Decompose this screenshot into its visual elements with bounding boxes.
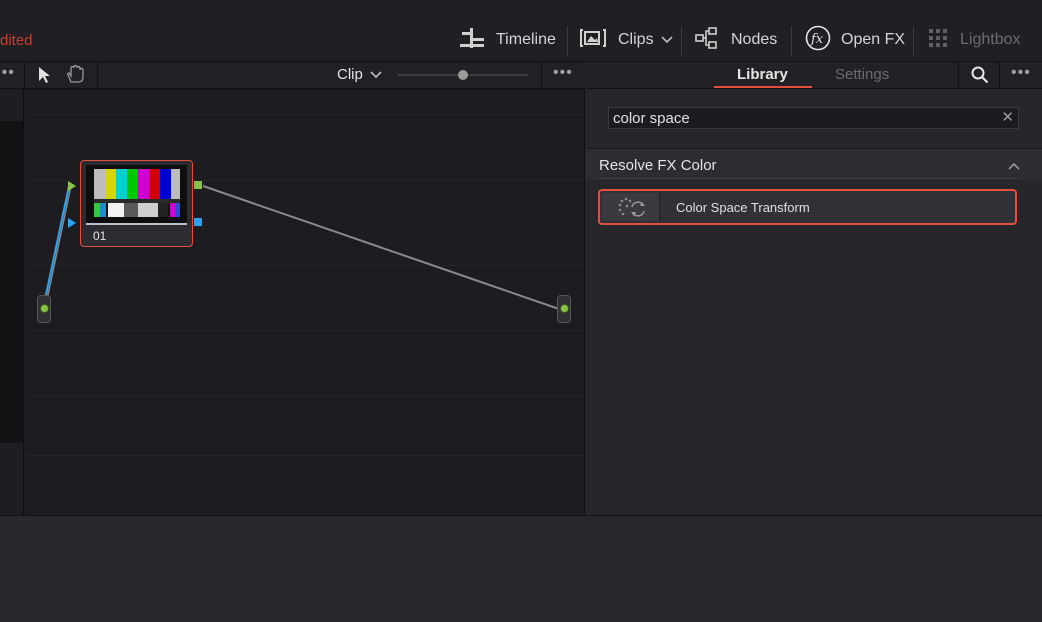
timeline-label: Timeline	[496, 31, 556, 48]
category-divider	[598, 178, 1018, 179]
mode-label: Clip	[337, 66, 363, 83]
edited-status: dited	[0, 32, 33, 49]
timeline-icon	[460, 27, 486, 54]
clips-icon	[578, 28, 608, 53]
node-canvas[interactable]	[25, 90, 584, 515]
grid-line	[25, 455, 584, 456]
nodes-button[interactable]: Nodes	[695, 24, 777, 56]
zoom-slider[interactable]	[398, 70, 528, 80]
node-editor-header: ••• Clip •••	[0, 62, 585, 89]
node-01[interactable]: 01	[80, 160, 193, 247]
port-dot	[40, 304, 49, 313]
nodes-label: Nodes	[731, 31, 778, 48]
tab-settings[interactable]: Settings	[835, 66, 889, 83]
port-dot	[560, 304, 569, 313]
hand-icon[interactable]	[66, 64, 84, 89]
app-window: dited Timeline Clips Nodes fx Open FX Li…	[0, 0, 1042, 622]
svg-text:fx: fx	[810, 32, 824, 47]
openfx-library-panel: Library Settings ••• color space ✕ Resol…	[586, 62, 1042, 515]
grid-line	[25, 265, 584, 266]
active-tab-indicator	[714, 86, 812, 88]
toolbar-divider	[913, 26, 914, 56]
openfx-label: Open FX	[841, 31, 906, 48]
node-thumbnail	[86, 165, 187, 223]
cursor-icon[interactable]	[38, 66, 52, 89]
more-icon[interactable]: •••	[553, 64, 573, 82]
more-icon[interactable]: •••	[1011, 64, 1031, 82]
timeline-button[interactable]: Timeline	[460, 24, 556, 56]
header-divider	[999, 62, 1000, 89]
search-icon[interactable]	[971, 66, 989, 89]
more-icon[interactable]: •••	[0, 64, 15, 82]
grid-line	[25, 395, 584, 396]
node-editor-panel: ••• Clip •••	[0, 62, 585, 515]
output-port[interactable]	[557, 295, 571, 323]
header-divider	[97, 62, 98, 89]
lightbox-label: Lightbox	[960, 31, 1021, 48]
zoom-slider-thumb[interactable]	[458, 70, 468, 80]
header-divider	[958, 62, 959, 89]
openfx-button[interactable]: fx Open FX	[805, 24, 905, 56]
fx-item-label: Color Space Transform	[676, 200, 810, 215]
fx-item-color-space-transform[interactable]: Color Space Transform	[598, 189, 1017, 225]
chevron-down-icon	[660, 31, 673, 49]
mode-dropdown[interactable]: Clip	[337, 66, 382, 83]
bottom-panel	[0, 515, 1042, 622]
category-title: Resolve FX Color	[599, 157, 717, 174]
tab-library[interactable]: Library	[737, 66, 788, 83]
toolbar-divider	[791, 26, 792, 56]
search-input[interactable]: color space ✕	[608, 107, 1019, 129]
toolbar-divider	[567, 26, 568, 56]
toolbar-divider	[681, 26, 682, 56]
node-alpha-output[interactable]	[194, 218, 202, 226]
grid-line	[25, 330, 584, 331]
grid-line	[25, 114, 584, 115]
left-side-strip	[0, 89, 24, 515]
chevron-up-icon[interactable]	[1008, 157, 1020, 173]
category-header[interactable]: Resolve FX Color	[586, 148, 1042, 180]
nodes-icon	[695, 26, 721, 54]
header-divider	[24, 62, 25, 89]
openfx-icon: fx	[805, 25, 831, 56]
lightbox-button[interactable]: Lightbox	[928, 24, 1021, 56]
chevron-down-icon	[370, 66, 382, 83]
node-label: 01	[93, 229, 107, 243]
search-input-value: color space	[613, 110, 690, 127]
color-space-transform-icon	[602, 193, 660, 221]
clips-button[interactable]: Clips	[578, 24, 673, 56]
header-divider	[541, 62, 542, 89]
clips-label: Clips	[618, 31, 654, 48]
top-toolbar: dited Timeline Clips Nodes fx Open FX Li…	[0, 0, 1042, 62]
close-icon[interactable]: ✕	[1001, 108, 1014, 126]
source-input-port[interactable]	[37, 295, 51, 323]
lightbox-icon	[928, 27, 950, 54]
library-tabs: Library Settings •••	[586, 62, 1042, 89]
left-strip-panel	[0, 121, 23, 443]
node-rgb-output[interactable]	[194, 181, 202, 189]
node-progress-bar	[86, 223, 187, 225]
